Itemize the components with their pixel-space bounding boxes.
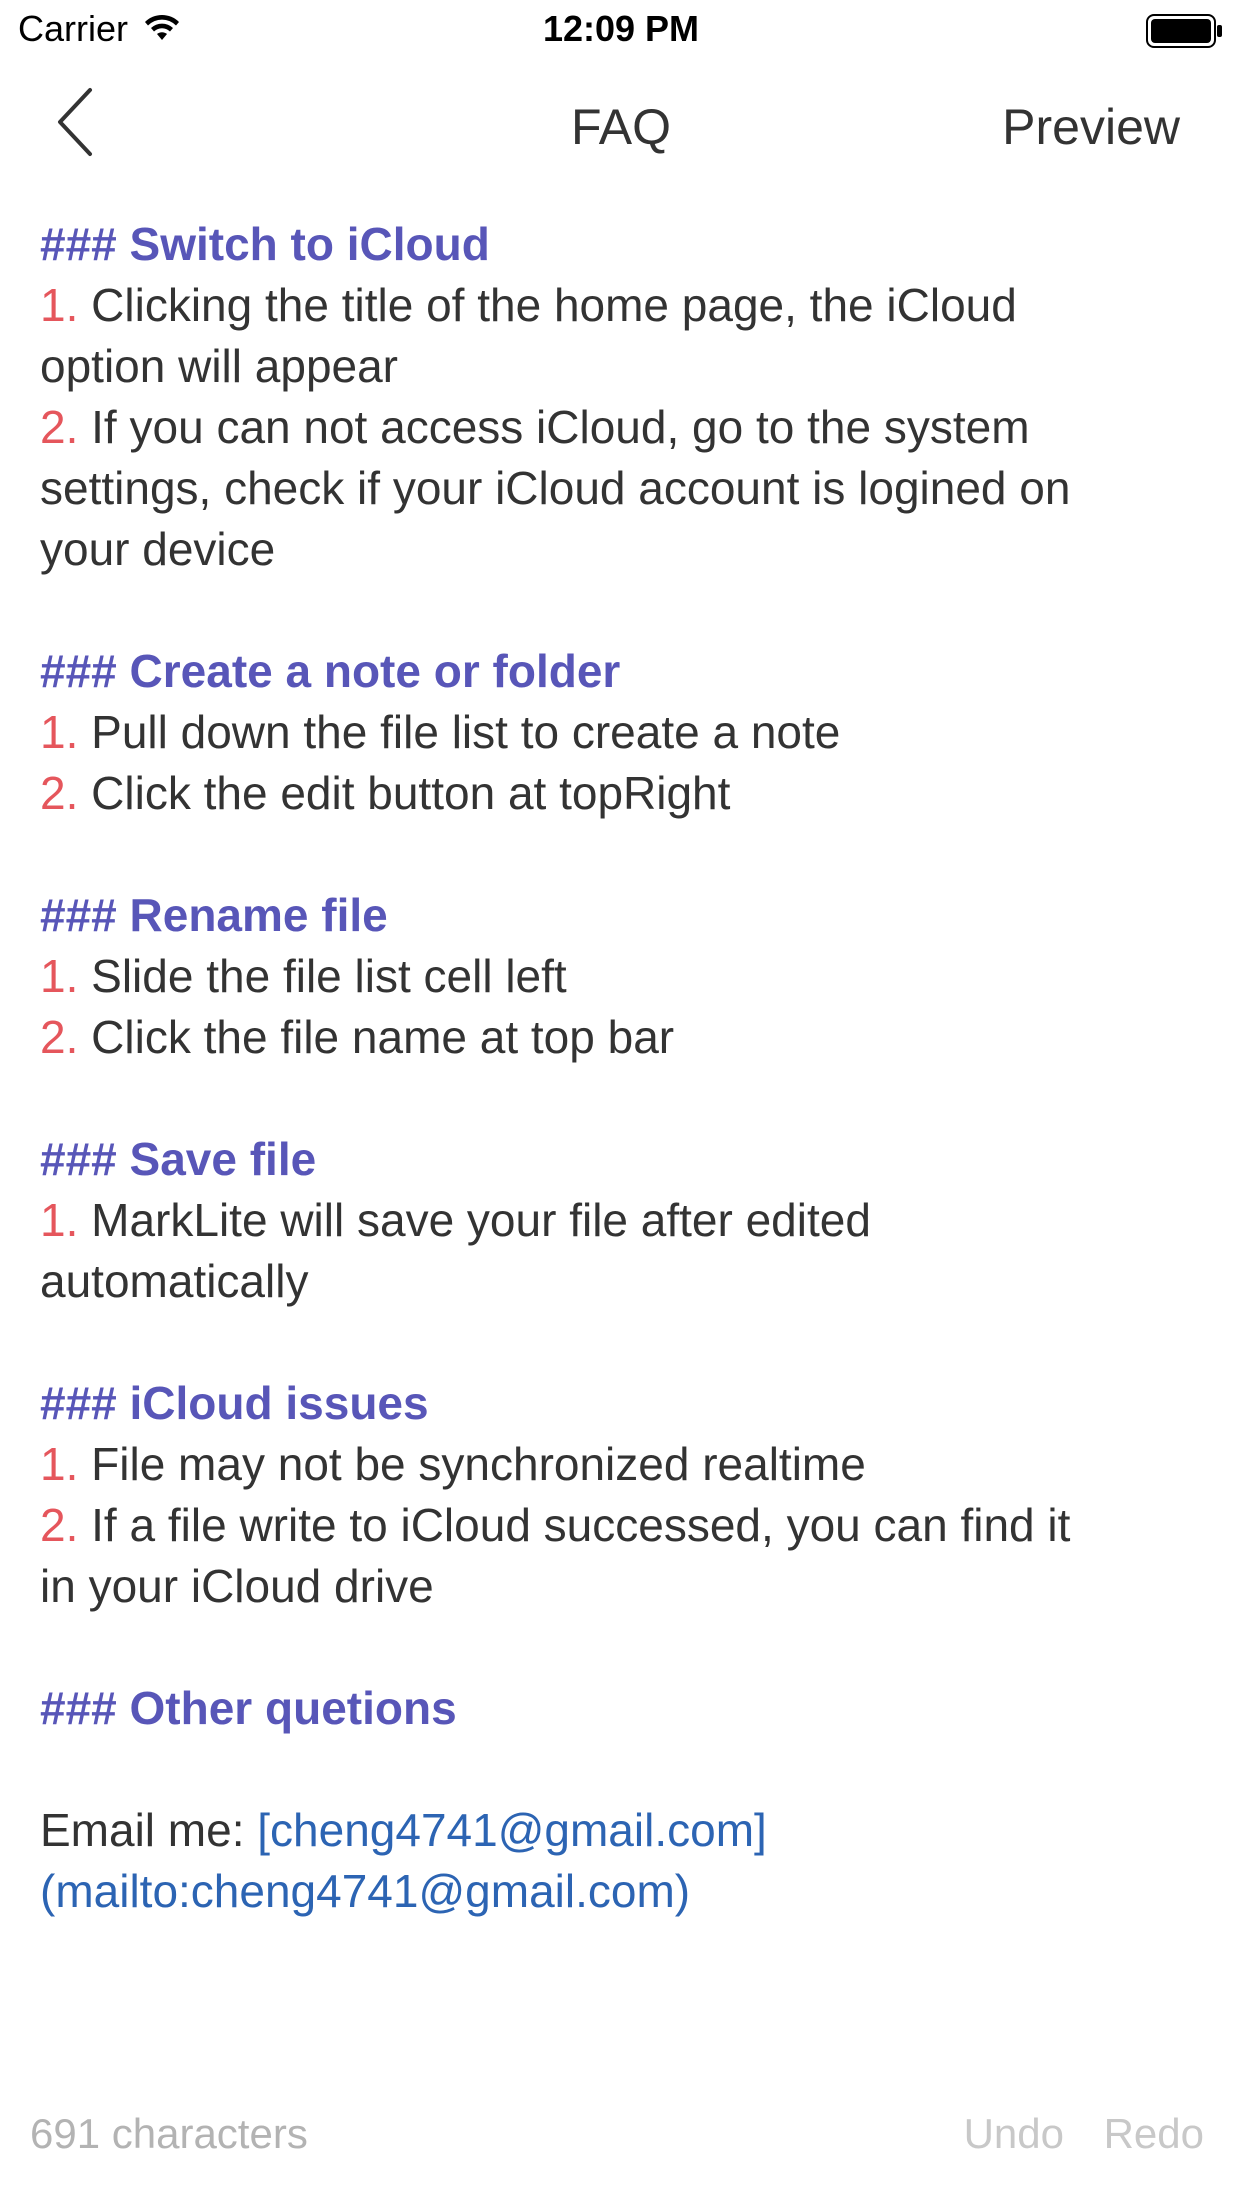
list-item: 1. Pull down the file list to create a n… <box>40 702 1210 763</box>
battery-icon <box>1146 14 1222 48</box>
list-item-continuation: your device <box>40 523 276 575</box>
section-heading-save-file: ### Save file <box>40 1133 317 1185</box>
character-count: 691 characters <box>30 2110 308 2157</box>
email-link[interactable]: [cheng4741@gmail.com] <box>257 1804 767 1856</box>
section-heading-other-questions: ### Other quetions <box>40 1682 457 1734</box>
list-item-continuation: in your iCloud drive <box>40 1560 434 1612</box>
list-item: 1. Clicking the title of the home page, … <box>40 275 1210 336</box>
status-bar: Carrier 12:09 PM <box>0 0 1242 60</box>
preview-button[interactable]: Preview <box>1002 98 1180 156</box>
list-number: 2. <box>40 401 79 453</box>
list-item-continuation: automatically <box>40 1255 309 1307</box>
list-item: 2. If a file write to iCloud successed, … <box>40 1495 1210 1556</box>
section-heading-rename-file: ### Rename file <box>40 889 388 941</box>
list-number: 2. <box>40 767 79 819</box>
list-text: Click the file name at top bar <box>78 1011 675 1063</box>
section-heading-icloud-issues: ### iCloud issues <box>40 1377 429 1429</box>
section-heading-switch-icloud: ### Switch to iCloud <box>40 218 490 270</box>
list-text: If a file write to iCloud successed, you… <box>78 1499 1071 1551</box>
list-text: MarkLite will save your file after edite… <box>78 1194 871 1246</box>
undo-button[interactable]: Undo <box>964 2110 1064 2158</box>
list-number: 1. <box>40 1438 79 1490</box>
nav-bar: FAQ Preview <box>0 60 1242 190</box>
list-number: 1. <box>40 706 79 758</box>
email-line: Email me: [cheng4741@gmail.com] <box>40 1800 1210 1861</box>
redo-button[interactable]: Redo <box>1104 2110 1204 2158</box>
list-number: 2. <box>40 1499 79 1551</box>
list-item-continuation: option will appear <box>40 340 399 392</box>
list-number: 1. <box>40 279 79 331</box>
list-text: Click the edit button at topRight <box>78 767 731 819</box>
list-number: 2. <box>40 1011 79 1063</box>
list-item: 2. Click the edit button at topRight <box>40 763 1210 824</box>
list-text: Pull down the file list to create a note <box>78 706 841 758</box>
markdown-editor[interactable]: ### Switch to iCloud 1. Clicking the tit… <box>40 214 1210 1922</box>
list-number: 1. <box>40 950 79 1002</box>
list-item: 1. File may not be synchronized realtime <box>40 1434 1210 1495</box>
email-prefix: Email me: <box>40 1804 258 1856</box>
list-item: 2. Click the file name at top bar <box>40 1007 1210 1068</box>
list-text: Clicking the title of the home page, the… <box>78 279 1017 331</box>
status-time: 12:09 PM <box>542 8 700 49</box>
list-item: 2. If you can not access iCloud, go to t… <box>40 397 1210 458</box>
bottom-toolbar: 691 characters Undo Redo <box>0 2100 1242 2180</box>
list-item: 1. MarkLite will save your file after ed… <box>40 1190 1210 1251</box>
list-text: File may not be synchronized realtime <box>78 1438 866 1490</box>
list-text: Slide the file list cell left <box>78 950 567 1002</box>
list-item: 1. Slide the file list cell left <box>40 946 1210 1007</box>
email-link-url[interactable]: (mailto:cheng4741@gmail.com) <box>40 1861 1210 1922</box>
list-number: 1. <box>40 1194 79 1246</box>
list-item-continuation: settings, check if your iCloud account i… <box>40 462 1071 514</box>
list-text: If you can not access iCloud, go to the … <box>78 401 1030 453</box>
section-heading-create-note: ### Create a note or folder <box>40 645 621 697</box>
